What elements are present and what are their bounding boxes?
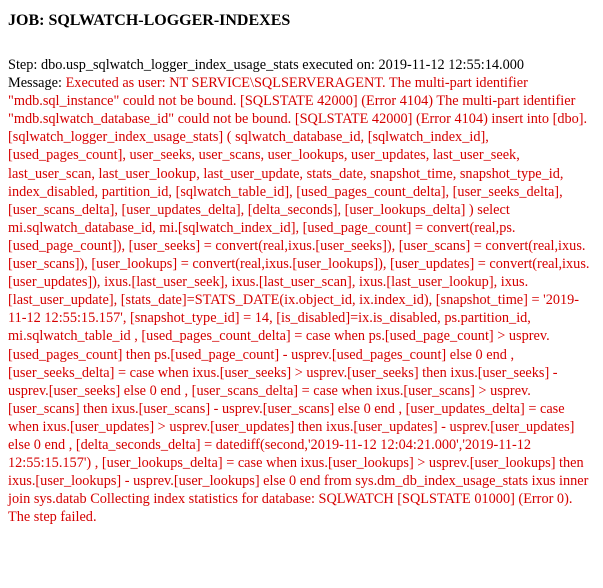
message-label: Message: xyxy=(8,75,62,92)
message-block: Message: Executed as user: NT SERVICE\SQ… xyxy=(8,74,595,526)
error-message-text: Executed as user: NT SERVICE\SQLSERVERAG… xyxy=(8,75,590,526)
job-report: JOB: SQLWATCH-LOGGER-INDEXES Step: dbo.u… xyxy=(0,0,603,526)
job-title: JOB: SQLWATCH-LOGGER-INDEXES xyxy=(8,12,291,29)
step-line: Step: dbo.usp_sqlwatch_logger_index_usag… xyxy=(8,57,525,73)
